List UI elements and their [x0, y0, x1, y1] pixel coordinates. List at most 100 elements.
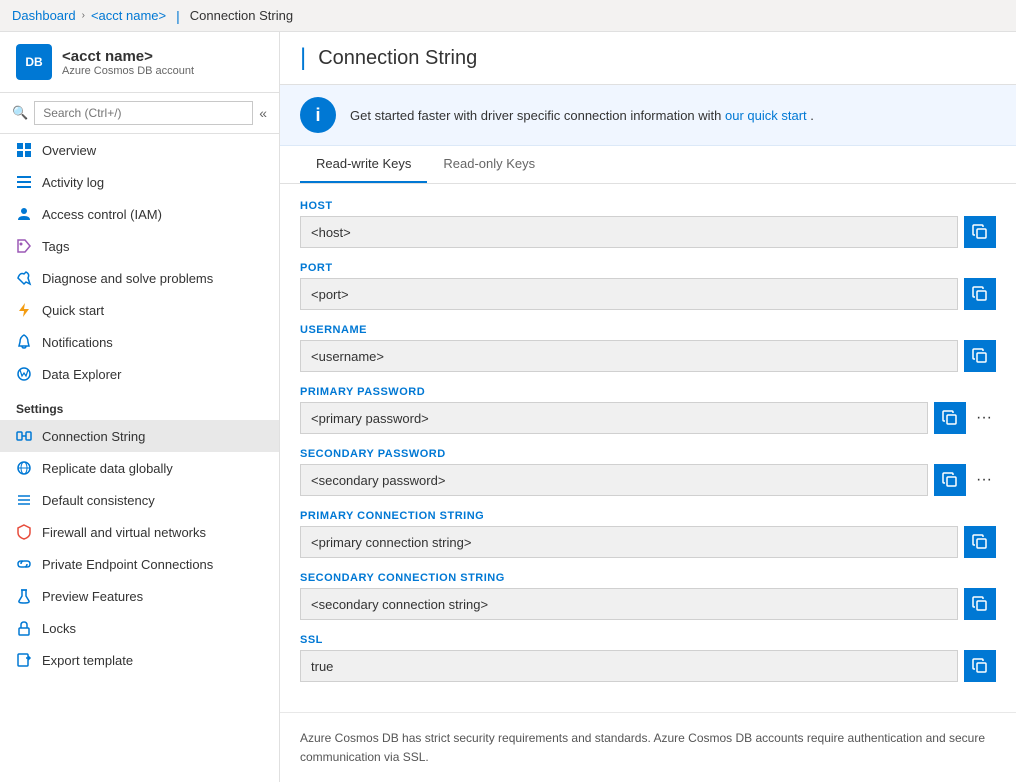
page-title: Connection String: [318, 47, 477, 70]
breadcrumb-divider: |: [176, 8, 180, 24]
settings-section-label: Settings: [0, 390, 279, 420]
sidebar-item-notifications[interactable]: Notifications: [0, 326, 279, 358]
field-input-secondary-conn-str[interactable]: [300, 588, 958, 620]
copy-host-button[interactable]: [964, 216, 996, 248]
field-port: PORT: [300, 262, 996, 310]
field-input-host[interactable]: [300, 216, 958, 248]
account-header: DB <acct name> Azure Cosmos DB account: [0, 32, 279, 93]
globe-icon: [16, 460, 32, 476]
copy-port-button[interactable]: [964, 278, 996, 310]
breadcrumb: Dashboard › <acct name> | Connection Str…: [0, 0, 1016, 32]
account-name: <acct name>: [62, 48, 263, 65]
sidebar-label-activity-log: Activity log: [42, 175, 104, 190]
field-label-username: USERNAME: [300, 324, 996, 336]
sidebar-label-default-consistency: Default consistency: [42, 493, 155, 508]
field-secondary-password: SECONDARY PASSWORD ···: [300, 448, 996, 496]
sidebar-item-data-explorer[interactable]: Data Explorer: [0, 358, 279, 390]
sidebar-item-diagnose[interactable]: Diagnose and solve problems: [0, 262, 279, 294]
explore-icon: [16, 366, 32, 382]
sidebar-label-connection-string: Connection String: [42, 429, 145, 444]
sidebar-item-locks[interactable]: Locks: [0, 612, 279, 644]
export-icon: [16, 652, 32, 668]
info-banner: i Get started faster with driver specifi…: [280, 85, 1016, 146]
tabs: Read-write Keys Read-only Keys: [280, 146, 1016, 184]
field-label-secondary-password: SECONDARY PASSWORD: [300, 448, 996, 460]
fields-area: HOST PORT US: [280, 184, 1016, 712]
search-input[interactable]: [34, 101, 253, 125]
sidebar-item-tags[interactable]: Tags: [0, 230, 279, 262]
breadcrumb-dashboard[interactable]: Dashboard: [12, 8, 76, 23]
quick-start-link[interactable]: our quick start: [725, 108, 807, 123]
flask-icon: [16, 588, 32, 604]
field-input-secondary-password[interactable]: [300, 464, 928, 496]
field-host: HOST: [300, 200, 996, 248]
sidebar-item-default-consistency[interactable]: Default consistency: [0, 484, 279, 516]
page-header: | Connection String: [280, 32, 1016, 85]
shield-icon: [16, 524, 32, 540]
copy-primary-password-button[interactable]: [934, 402, 966, 434]
field-username: USERNAME: [300, 324, 996, 372]
field-label-secondary-conn-str: SECONDARY CONNECTION STRING: [300, 572, 996, 584]
field-input-primary-password[interactable]: [300, 402, 928, 434]
link-icon: [16, 556, 32, 572]
field-input-primary-conn-str[interactable]: [300, 526, 958, 558]
more-secondary-password-button[interactable]: ···: [972, 471, 996, 489]
lightning-icon: [16, 302, 32, 318]
consistency-icon: [16, 492, 32, 508]
field-ssl: SSL: [300, 634, 996, 682]
info-text: Get started faster with driver specific …: [350, 108, 814, 123]
sidebar-item-connection-string[interactable]: Connection String: [0, 420, 279, 452]
copy-secondary-conn-str-button[interactable]: [964, 588, 996, 620]
info-icon: i: [300, 97, 336, 133]
breadcrumb-acct[interactable]: <acct name>: [91, 8, 166, 23]
sidebar-item-export-template[interactable]: Export template: [0, 644, 279, 676]
field-primary-password: PRIMARY PASSWORD ···: [300, 386, 996, 434]
sidebar-label-private-endpoint: Private Endpoint Connections: [42, 557, 213, 572]
sidebar-label-data-explorer: Data Explorer: [42, 367, 121, 382]
breadcrumb-sep1: ›: [82, 10, 85, 21]
lock-icon: [16, 620, 32, 636]
tab-read-write[interactable]: Read-write Keys: [300, 146, 427, 183]
copy-username-button[interactable]: [964, 340, 996, 372]
copy-primary-conn-str-button[interactable]: [964, 526, 996, 558]
grid-icon: [16, 142, 32, 158]
sidebar: DB <acct name> Azure Cosmos DB account 🔍…: [0, 32, 280, 782]
breadcrumb-current: Connection String: [190, 8, 293, 23]
tab-read-only[interactable]: Read-only Keys: [427, 146, 551, 183]
list-icon: [16, 174, 32, 190]
search-icon: 🔍: [12, 105, 28, 121]
sidebar-item-replicate[interactable]: Replicate data globally: [0, 452, 279, 484]
field-label-primary-conn-str: PRIMARY CONNECTION STRING: [300, 510, 996, 522]
sidebar-item-private-endpoint[interactable]: Private Endpoint Connections: [0, 548, 279, 580]
sidebar-label-notifications: Notifications: [42, 335, 113, 350]
field-label-port: PORT: [300, 262, 996, 274]
field-input-port[interactable]: [300, 278, 958, 310]
sidebar-item-overview[interactable]: Overview: [0, 134, 279, 166]
copy-secondary-password-button[interactable]: [934, 464, 966, 496]
sidebar-label-diagnose: Diagnose and solve problems: [42, 271, 213, 286]
sidebar-label-locks: Locks: [42, 621, 76, 636]
sidebar-item-firewall[interactable]: Firewall and virtual networks: [0, 516, 279, 548]
sidebar-label-access-control: Access control (IAM): [42, 207, 162, 222]
field-input-username[interactable]: [300, 340, 958, 372]
more-primary-password-button[interactable]: ···: [972, 409, 996, 427]
sidebar-label-preview-features: Preview Features: [42, 589, 143, 604]
sidebar-label-tags: Tags: [42, 239, 69, 254]
field-secondary-conn-str: SECONDARY CONNECTION STRING: [300, 572, 996, 620]
sidebar-item-quick-start[interactable]: Quick start: [0, 294, 279, 326]
field-input-ssl[interactable]: [300, 650, 958, 682]
collapse-icon[interactable]: «: [259, 105, 267, 121]
field-label-ssl: SSL: [300, 634, 996, 646]
content-area: | Connection String i Get started faster…: [280, 32, 1016, 782]
footer-note: Azure Cosmos DB has strict security requ…: [280, 712, 1016, 782]
sidebar-item-preview-features[interactable]: Preview Features: [0, 580, 279, 612]
sidebar-label-overview: Overview: [42, 143, 96, 158]
sidebar-item-activity-log[interactable]: Activity log: [0, 166, 279, 198]
header-divider: |: [300, 44, 306, 72]
tag-icon: [16, 238, 32, 254]
field-label-primary-password: PRIMARY PASSWORD: [300, 386, 996, 398]
sidebar-item-access-control[interactable]: Access control (IAM): [0, 198, 279, 230]
sidebar-label-quick-start: Quick start: [42, 303, 104, 318]
sidebar-label-replicate: Replicate data globally: [42, 461, 173, 476]
copy-ssl-button[interactable]: [964, 650, 996, 682]
